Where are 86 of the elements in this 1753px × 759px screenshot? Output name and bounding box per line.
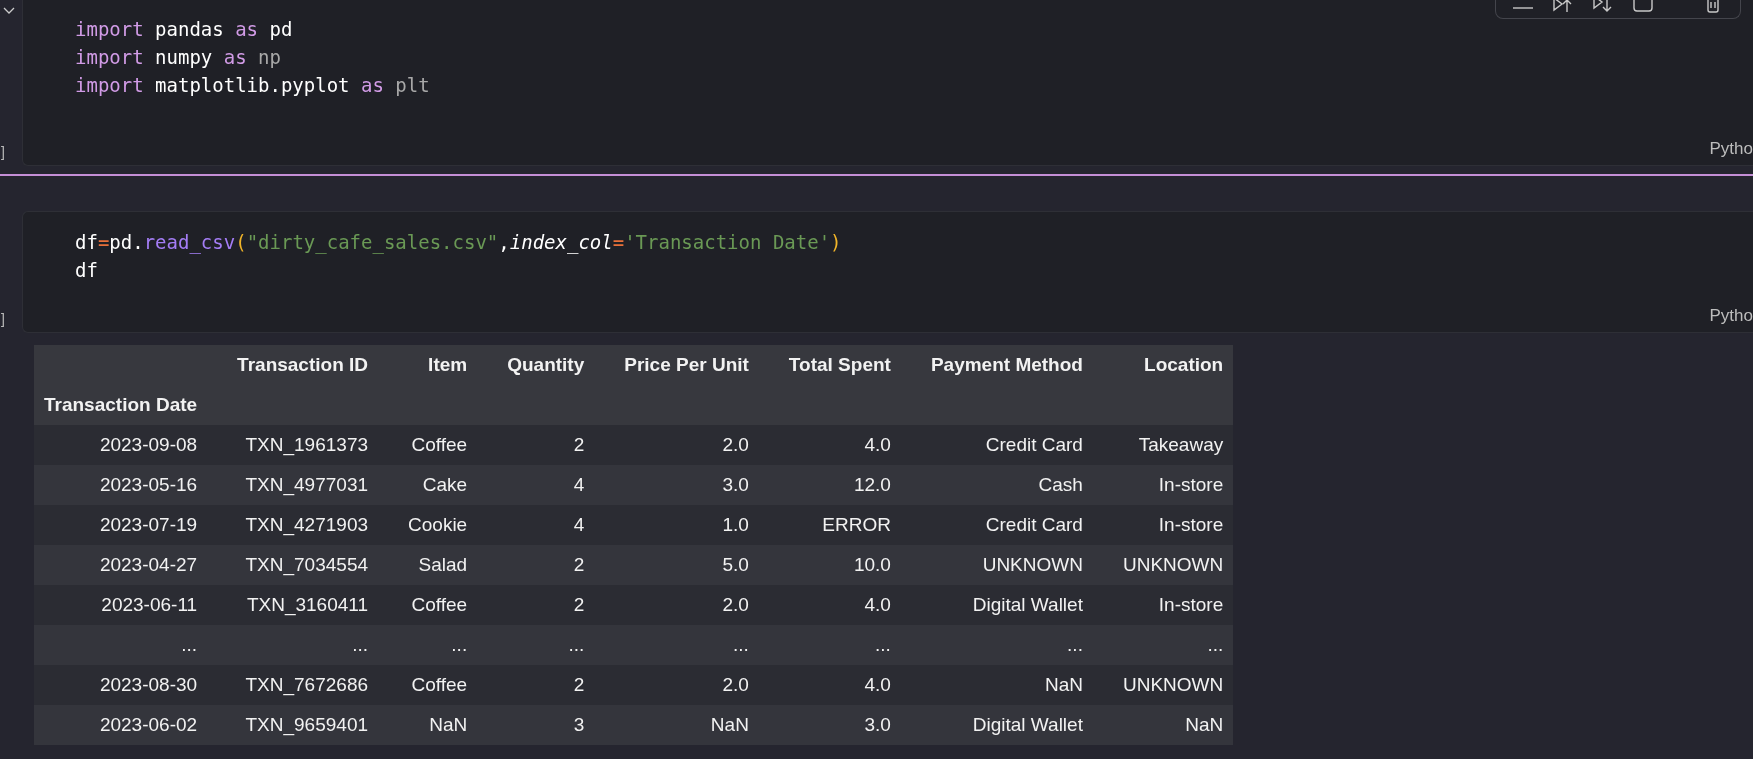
run-above-icon[interactable] (1552, 0, 1574, 14)
table-cell: In-store (1092, 505, 1234, 545)
table-cell: 2.0 (594, 585, 759, 625)
row-index: 2023-06-02 (34, 705, 208, 745)
language-label[interactable]: Pytho (1709, 306, 1753, 326)
table-cell: ... (378, 625, 478, 665)
table-cell: 5.0 (594, 545, 759, 585)
table-cell: Takeaway (1092, 425, 1234, 465)
table-cell: Cash (900, 465, 1093, 505)
table-cell: 3 (477, 705, 595, 745)
table-cell: 1.0 (594, 505, 759, 545)
code-line: import matplotlib.pyplot as plt (75, 73, 431, 98)
table-cell: 4 (477, 465, 595, 505)
table-cell: ... (477, 625, 595, 665)
table-cell: UNKNOWN (1092, 545, 1234, 585)
table-cell: NaN (1092, 705, 1234, 745)
collapse-chevron-icon[interactable] (2, 6, 16, 16)
table-cell: Coffee (378, 665, 478, 705)
table-cell: TXN_9659401 (207, 705, 379, 745)
column-header: Item (378, 345, 478, 385)
row-index: ... (34, 625, 208, 665)
table-cell: TXN_7672686 (207, 665, 379, 705)
table-cell: Cake (378, 465, 478, 505)
row-index: 2023-04-27 (34, 545, 208, 585)
table-cell: 2.0 (594, 665, 759, 705)
code-line: import numpy as np (75, 45, 282, 70)
table-cell: ERROR (758, 505, 901, 545)
table-cell: NaN (900, 665, 1093, 705)
table-cell: 3.0 (758, 705, 901, 745)
table-cell: ... (594, 625, 759, 665)
run-below-icon[interactable] (1592, 0, 1614, 14)
table-cell: ... (207, 625, 379, 665)
table-cell: TXN_4977031 (207, 465, 379, 505)
table-cell: TXN_3160411 (207, 585, 379, 625)
code-cell[interactable]: import pandas as pd import numpy as np import matplotlib.pyplot as plt Pytho (22, 0, 1753, 166)
table-cell: ... (758, 625, 901, 665)
table-cell: Salad (378, 545, 478, 585)
code-line: df (75, 258, 99, 283)
table-cell: Digital Wallet (900, 585, 1093, 625)
table-cell: Credit Card (900, 425, 1093, 465)
table-cell: 2.0 (594, 425, 759, 465)
table-cell: 2 (477, 665, 595, 705)
table-cell: 4.0 (758, 585, 901, 625)
index-header: Transaction Date (34, 385, 208, 425)
row-index: 2023-09-08 (34, 425, 208, 465)
table-cell: TXN_1961373 (207, 425, 379, 465)
execution-bracket: ] (0, 311, 6, 327)
code-line: df=pd.read_csv("dirty_cafe_sales.csv",index_col='Transaction Date') (75, 230, 843, 256)
table-cell: TXN_4271903 (207, 505, 379, 545)
row-index: 2023-07-19 (34, 505, 208, 545)
row-index: 2023-06-11 (34, 585, 208, 625)
table-cell: Coffee (378, 425, 478, 465)
table-cell: 2 (477, 545, 595, 585)
table-cell: 4.0 (758, 425, 901, 465)
table-cell: 2 (477, 585, 595, 625)
column-header: Payment Method (900, 345, 1093, 385)
table-cell: 2 (477, 425, 595, 465)
table-cell: UNKNOWN (900, 545, 1093, 585)
column-header: Transaction ID (207, 345, 379, 385)
table-cell: NaN (378, 705, 478, 745)
row-index: 2023-05-16 (34, 465, 208, 505)
table-cell: TXN_7034554 (207, 545, 379, 585)
column-header: Location (1092, 345, 1234, 385)
table-cell: ... (900, 625, 1093, 665)
table-cell: UNKNOWN (1092, 665, 1234, 705)
table-cell: Cookie (378, 505, 478, 545)
table-cell: 12.0 (758, 465, 901, 505)
table-cell: 4.0 (758, 665, 901, 705)
table-cell: 10.0 (758, 545, 901, 585)
table-cell: 3.0 (594, 465, 759, 505)
table-cell: Digital Wallet (900, 705, 1093, 745)
table-cell: In-store (1092, 465, 1234, 505)
code-line: import pandas as pd (75, 17, 294, 42)
column-header: Quantity (477, 345, 595, 385)
execution-bracket: ] (0, 144, 6, 160)
row-index: 2023-08-30 (34, 665, 208, 705)
table-cell: ... (1092, 625, 1234, 665)
language-label[interactable]: Pytho (1709, 139, 1753, 159)
table-cell: NaN (594, 705, 759, 745)
table-cell: 4 (477, 505, 595, 545)
table-cell: Credit Card (900, 505, 1093, 545)
table-cell: In-store (1092, 585, 1234, 625)
code-cell[interactable]: df=pd.read_csv("dirty_cafe_sales.csv",index_col='Transaction Date') df Pytho (22, 211, 1753, 333)
column-header: Price Per Unit (594, 345, 759, 385)
table-cell: Coffee (378, 585, 478, 625)
column-header: Total Spent (758, 345, 901, 385)
